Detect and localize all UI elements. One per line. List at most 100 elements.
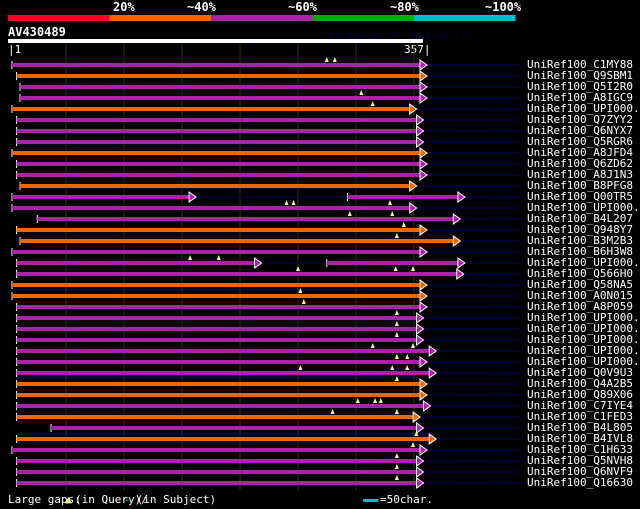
hit-end-arrow — [409, 180, 418, 192]
hit-bar — [16, 316, 418, 320]
legend-swatch — [8, 15, 110, 21]
hit-end-arrow — [419, 301, 428, 313]
hit-bar — [16, 382, 421, 386]
hit-bar — [326, 261, 459, 265]
query-gap-marker — [393, 266, 398, 271]
legend-swatch — [414, 15, 516, 21]
hit-bar — [16, 228, 421, 232]
query-gap-marker — [390, 365, 395, 370]
query-gap-marker — [373, 398, 378, 403]
query-gap-marker — [347, 211, 352, 216]
hit-end-arrow — [419, 81, 428, 93]
hit-end-arrow — [419, 224, 428, 236]
hit-bar — [16, 470, 418, 474]
hit-bar — [20, 184, 411, 188]
query-gap-marker — [401, 222, 406, 227]
hit-bar — [347, 195, 459, 199]
hit-end-arrow — [419, 444, 428, 456]
hit-bar — [20, 96, 421, 100]
query-gap-marker — [332, 57, 337, 62]
hit-end-arrow — [419, 158, 428, 170]
hit-end-arrow — [416, 125, 425, 137]
hit-bar — [16, 173, 421, 177]
hit-end-arrow — [419, 92, 428, 104]
hit-end-arrow — [428, 433, 438, 445]
query-gap-marker — [324, 57, 329, 62]
query-gap-marker — [296, 266, 301, 271]
hit-end-arrow — [419, 59, 428, 71]
hit-end-arrow — [419, 290, 428, 302]
hit-end-arrow — [416, 136, 425, 148]
hit-bar — [16, 481, 418, 485]
hit-bar — [12, 107, 411, 111]
hit-bar — [12, 283, 421, 287]
hit-end-arrow — [416, 422, 425, 434]
query-gap-marker — [387, 200, 392, 205]
query-gap-marker — [216, 255, 221, 260]
hit-bar — [12, 250, 421, 254]
hit-bar — [16, 140, 418, 144]
hit-end-arrow — [419, 147, 428, 159]
legend-swatch — [211, 15, 313, 21]
query-gap-marker — [394, 376, 399, 381]
hit-bar — [20, 85, 421, 89]
legend-swatch — [109, 15, 211, 21]
query-gap-marker — [394, 464, 399, 469]
hit-end-arrow — [416, 312, 425, 324]
hit-bar — [16, 118, 418, 122]
query-gap-marker — [394, 354, 399, 359]
query-gap-icon: ▲ — [65, 493, 72, 506]
query-gap-marker — [291, 200, 296, 205]
hit-bar — [12, 151, 421, 155]
hit-end-arrow — [416, 323, 425, 335]
hit-bar — [12, 195, 191, 199]
hit-end-arrow — [254, 257, 263, 269]
hit-bar — [16, 437, 431, 441]
hit-end-arrow — [422, 400, 432, 412]
query-gap-marker — [370, 343, 375, 348]
hit-end-arrow — [188, 191, 197, 203]
query-gap-marker — [298, 288, 303, 293]
hit-end-arrow — [419, 279, 428, 291]
query-gap-marker — [188, 255, 193, 260]
query-gap-marker — [394, 453, 399, 458]
hit-bar — [20, 239, 455, 243]
query-gap-marker — [330, 409, 335, 414]
hit-end-arrow — [416, 477, 425, 489]
query-gap-marker — [284, 200, 289, 205]
hit-bar — [16, 404, 425, 408]
query-gap-marker — [394, 475, 399, 480]
hit-bar — [16, 415, 415, 419]
hit-end-arrow — [419, 246, 428, 258]
hit-end-arrow — [416, 455, 425, 467]
query-gap-marker — [405, 354, 410, 359]
hit-bar — [16, 360, 421, 364]
hit-end-arrow — [416, 114, 425, 126]
hit-bar — [12, 63, 421, 67]
hit-bar — [16, 272, 458, 276]
hit-bar — [16, 393, 421, 397]
query-gap-marker — [394, 409, 399, 414]
hit-end-arrow — [419, 356, 428, 368]
hit-bar — [16, 162, 421, 166]
scale-label: =50char. — [380, 493, 433, 506]
hit-end-arrow — [452, 213, 462, 225]
query-bar — [8, 39, 423, 43]
query-gap-marker — [359, 90, 364, 95]
query-gap-marker — [378, 398, 383, 403]
hit-bar — [16, 459, 418, 463]
query-gap-marker — [301, 299, 306, 304]
hit-bar — [12, 206, 411, 210]
hit-bar — [37, 217, 455, 221]
hit-end-arrow — [409, 202, 418, 214]
hit-end-arrow — [452, 235, 462, 247]
hit-end-arrow — [419, 169, 428, 181]
hit-label[interactable]: UniRef100_Q16630 — [527, 477, 633, 488]
hit-end-arrow — [419, 70, 428, 82]
query-gap-marker — [390, 211, 395, 216]
hit-bar — [16, 349, 431, 353]
hit-end-arrow — [428, 367, 438, 379]
query-gap-marker — [370, 101, 375, 106]
hit-end-arrow — [457, 257, 466, 269]
query-gap-marker — [405, 365, 410, 370]
